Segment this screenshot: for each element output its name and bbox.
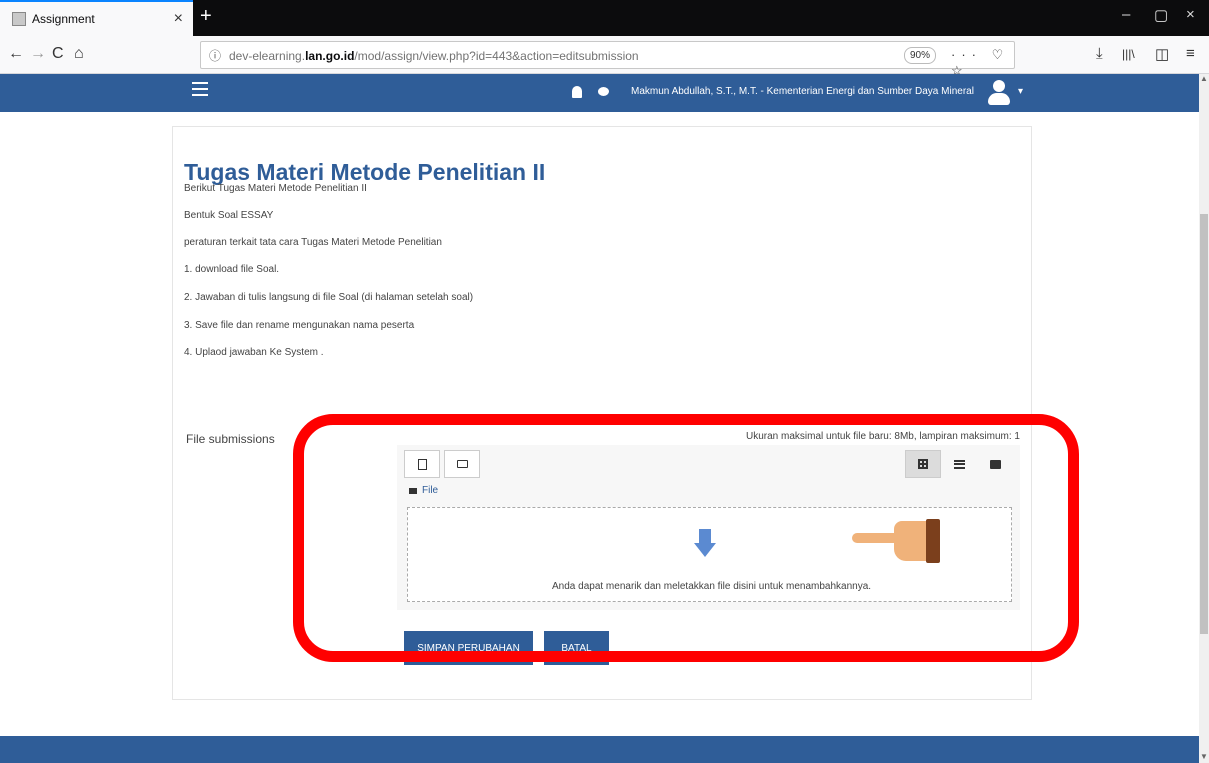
list-view-button[interactable]	[941, 450, 977, 478]
description-line: 3. Save file dan rename mengunakan nama …	[184, 320, 415, 331]
scroll-down-icon[interactable]: ▼	[1200, 752, 1208, 761]
tree-view-button[interactable]	[977, 450, 1013, 478]
pointing-hand-icon	[852, 519, 942, 564]
back-icon[interactable]: ←	[8, 45, 24, 63]
url-text[interactable]: dev-elearning.lan.go.id/mod/assign/view.…	[229, 49, 639, 63]
browser-tab[interactable]: Assignment ×	[0, 0, 193, 36]
description-line: 1. download file Soal.	[184, 264, 280, 275]
window-close-icon[interactable]: ×	[1186, 6, 1195, 23]
forward-icon[interactable]: →	[30, 45, 46, 63]
download-icon[interactable]: ⤓	[1096, 45, 1103, 62]
description-line: peraturan terkait tata cara Tugas Materi…	[184, 237, 442, 248]
home-icon[interactable]: ⌂	[74, 45, 84, 63]
down-arrow-icon	[694, 529, 716, 559]
chat-icon[interactable]	[598, 87, 609, 96]
scroll-thumb[interactable]	[1200, 214, 1208, 634]
info-icon[interactable]: ⓘ	[209, 47, 221, 64]
grid-view-icon	[918, 459, 928, 469]
path-file-link[interactable]: File	[422, 485, 438, 496]
minimize-icon[interactable]: –	[1122, 6, 1130, 23]
dropzone-text: Anda dapat menarik dan meletakkan file d…	[552, 581, 872, 592]
user-avatar-icon[interactable]	[986, 80, 1012, 106]
list-view-icon	[953, 459, 965, 469]
zoom-level[interactable]: 90%	[904, 47, 936, 64]
new-folder-icon	[456, 460, 468, 468]
user-name[interactable]: Makmun Abdullah, S.T., M.T. - Kementeria…	[631, 86, 974, 97]
page-footer	[0, 736, 1199, 763]
description-line: 2. Jawaban di tulis langsung di file Soa…	[184, 292, 474, 303]
file-submissions-label: File submissions	[186, 432, 275, 446]
page-title: Tugas Materi Metode Penelitian II	[184, 159, 546, 185]
bell-icon[interactable]	[572, 86, 582, 98]
scroll-up-icon[interactable]: ▲	[1200, 74, 1208, 83]
tree-view-icon	[989, 459, 1001, 469]
reload-icon[interactable]: C	[52, 45, 64, 63]
add-file-button[interactable]	[404, 450, 440, 478]
cancel-button[interactable]: BATAL	[544, 631, 609, 665]
tab-title: Assignment	[32, 12, 95, 26]
new-tab-button[interactable]: +	[200, 5, 212, 28]
tab-close-icon[interactable]: ×	[174, 10, 183, 28]
restore-icon[interactable]: ▢	[1154, 6, 1168, 24]
browser-menu-icon[interactable]: ≡	[1186, 45, 1195, 62]
page-scrollbar[interactable]: ▲ ▼	[1199, 74, 1209, 763]
folder-icon	[409, 488, 417, 494]
browser-navbar: ← → C ⌂ ⓘ dev-elearning.lan.go.id/mod/as…	[0, 36, 1209, 78]
sidebar-icon[interactable]: ◫	[1155, 45, 1169, 63]
create-folder-button[interactable]	[444, 450, 480, 478]
description-line: 4. Uplaod jawaban Ke System .	[184, 347, 324, 358]
library-icon[interactable]: |||\	[1122, 47, 1135, 61]
file-limit-info: Ukuran maksimal untuk file baru: 8Mb, la…	[746, 431, 1020, 442]
hamburger-menu-icon[interactable]	[192, 82, 208, 96]
grid-view-button[interactable]	[905, 450, 941, 478]
page-icon	[12, 12, 26, 26]
browser-tabbar: Assignment × + – ▢ ×	[0, 0, 1209, 36]
user-menu-caret-icon[interactable]: ▾	[1018, 86, 1023, 97]
description-line: Berikut Tugas Materi Metode Penelitian I…	[184, 183, 367, 194]
content-card	[172, 126, 1032, 700]
site-header: Makmun Abdullah, S.T., M.T. - Kementeria…	[0, 74, 1199, 112]
new-file-icon	[417, 458, 427, 470]
save-changes-button[interactable]: SIMPAN PERUBAHAN	[404, 631, 533, 665]
description-line: Bentuk Soal ESSAY	[184, 210, 274, 221]
url-bar[interactable]: ⓘ dev-elearning.lan.go.id/mod/assign/vie…	[200, 41, 1015, 78]
